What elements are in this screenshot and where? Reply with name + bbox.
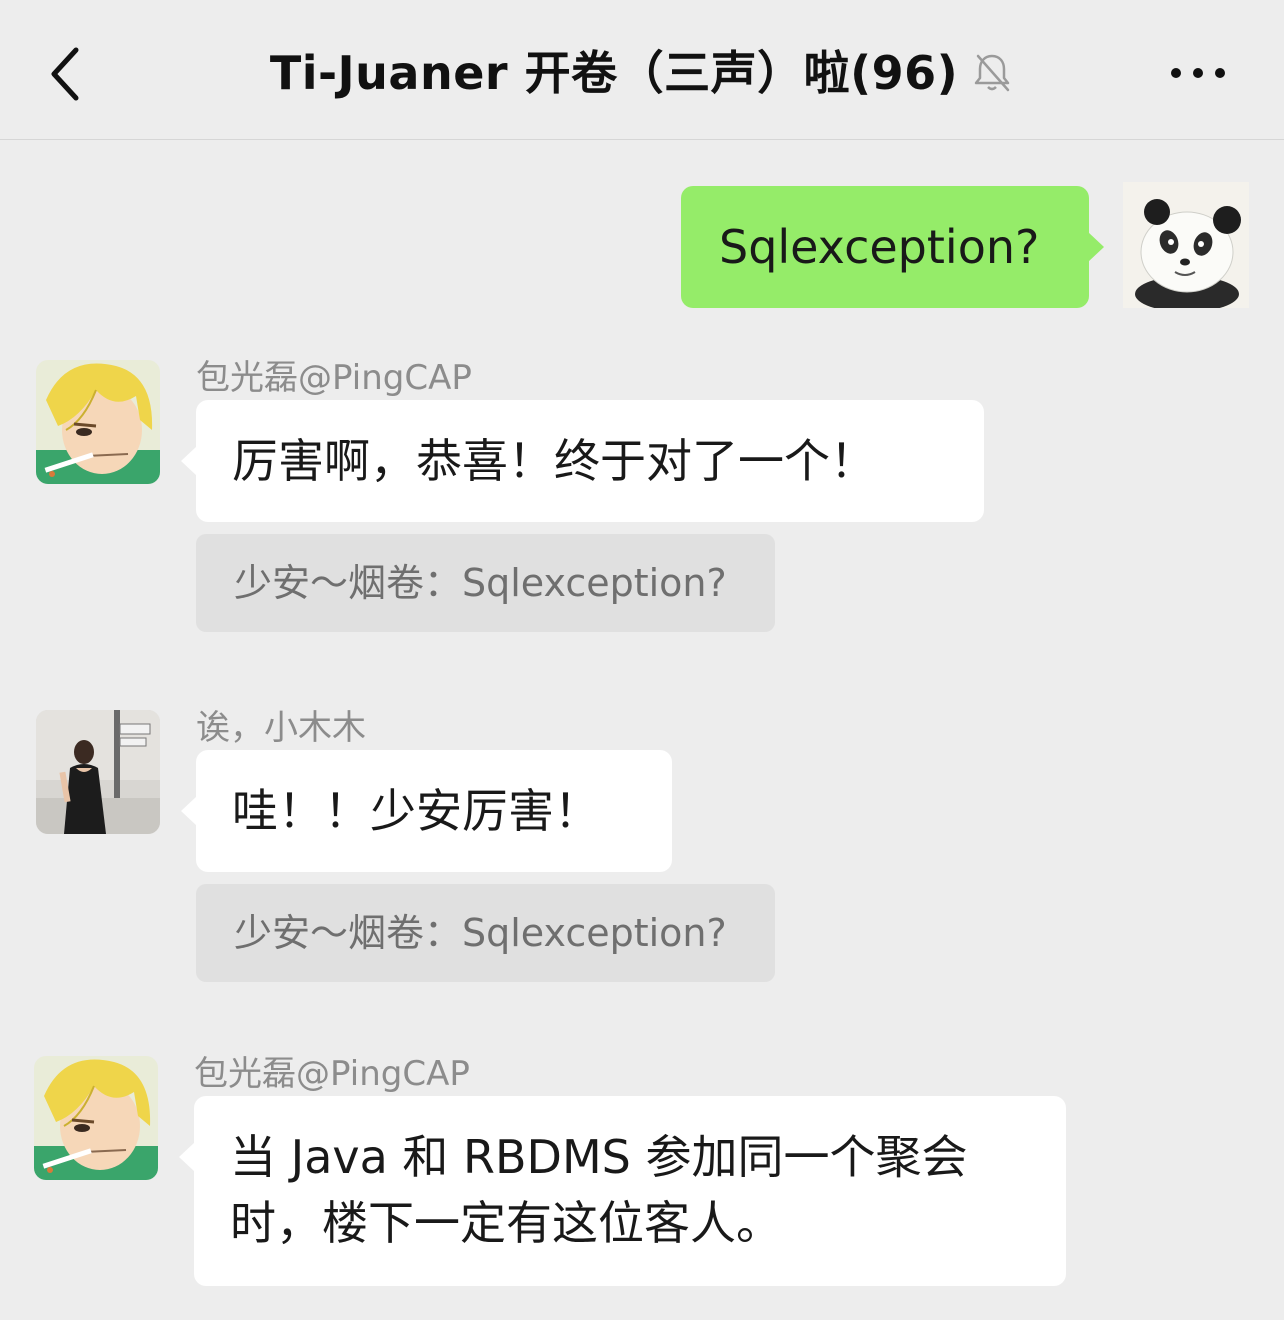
avatar-baoguanglei[interactable] [36, 360, 160, 484]
message-text-line: 时，楼下一定有这位客人。 [230, 1196, 782, 1250]
sender-name: 诶，小木木 [196, 708, 366, 748]
sender-name: 包光磊@PingCAP [194, 1054, 470, 1094]
panda-avatar-icon [1123, 182, 1249, 308]
anime-character-avatar-icon [36, 360, 160, 484]
quoted-reply[interactable]: 少安～烟卷：Sqlexception? [196, 884, 775, 982]
message-text: Sqlexception? [719, 220, 1040, 274]
nav-bar: Ti-Juaner 开卷（三声）啦(96) [0, 0, 1284, 140]
message-bubble[interactable]: 哇！！少安厉害！ [181, 750, 672, 872]
message-bubble[interactable]: 厉害啊，恭喜！终于对了一个！ [181, 400, 984, 522]
avatar-baoguanglei[interactable] [34, 1056, 158, 1180]
message-text-line: 当 Java 和 RBDMS 参加同一个聚会 [230, 1130, 968, 1184]
avatar-xiaomumu[interactable] [36, 710, 160, 834]
quoted-reply[interactable]: 少安～烟卷：Sqlexception? [196, 534, 775, 632]
quote-text: 少安～烟卷：Sqlexception? [234, 911, 727, 955]
sender-name: 包光磊@PingCAP [196, 358, 472, 398]
message-text: 厉害啊，恭喜！终于对了一个！ [232, 434, 876, 488]
message-text: 哇！！少安厉害！ [232, 784, 600, 838]
anime-character-avatar-icon [34, 1056, 158, 1180]
self-avatar[interactable] [1123, 182, 1249, 308]
person-photo-avatar-icon [36, 710, 160, 834]
chat-title: Ti-Juaner 开卷（三声）啦(96) [269, 46, 959, 100]
quote-text: 少安～烟卷：Sqlexception? [234, 561, 727, 605]
more-dots-icon[interactable] [1168, 58, 1228, 88]
message-bubble-self[interactable]: Sqlexception? [681, 186, 1104, 308]
message-bubble[interactable]: 当 Java 和 RBDMS 参加同一个聚会 时，楼下一定有这位客人。 [179, 1096, 1066, 1286]
bell-muted-icon [974, 54, 1010, 92]
title-area: Ti-Juaner 开卷（三声）啦(96) [0, 0, 1284, 140]
